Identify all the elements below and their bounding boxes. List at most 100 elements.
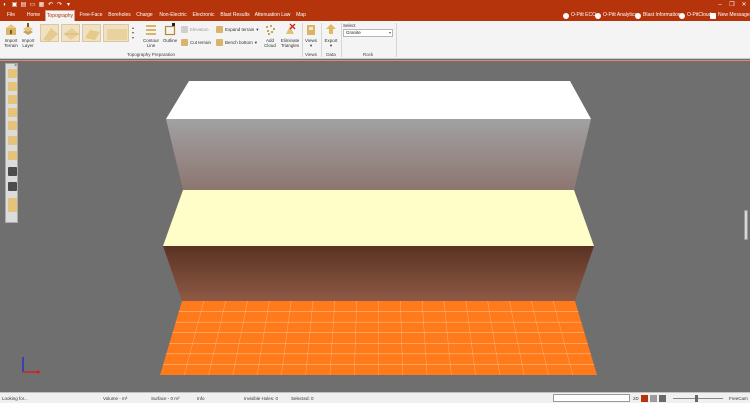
- eliminate-triangles-button[interactable]: Eliminate Triangles: [279, 23, 301, 48]
- export-dropdown-icon[interactable]: ▾: [323, 43, 339, 48]
- import-layer-button[interactable]: Import Layer: [20, 23, 36, 48]
- cut-terrain-label: Cut terrain: [190, 40, 212, 45]
- 3d-viewport[interactable]: ×: [0, 60, 750, 392]
- lt-move-icon[interactable]: [8, 95, 17, 104]
- tab-map[interactable]: Map: [294, 10, 308, 21]
- status-surface: Surface - 0 m²: [151, 396, 180, 401]
- link-blast-information[interactable]: Blast Information: [635, 10, 681, 21]
- right-panel-handle[interactable]: [744, 210, 748, 240]
- outline-button[interactable]: Outline: [162, 23, 178, 43]
- lt-expand-icon[interactable]: [8, 167, 17, 176]
- eliminate-triangles-icon: [286, 23, 296, 34]
- link-o-pitt-analytics-label: O-Pitt Analytics: [603, 12, 637, 18]
- status-info: Info: [197, 396, 205, 401]
- link-new-messages[interactable]: New Messages: [710, 10, 750, 21]
- tab-file[interactable]: File: [2, 10, 20, 21]
- tab-charge[interactable]: Charge: [135, 10, 154, 21]
- import-terrain-icon: [6, 24, 16, 35]
- link-o-pitt-eco[interactable]: O-Pitt ECO: [563, 10, 596, 21]
- restore-button[interactable]: ❐: [726, 0, 738, 9]
- terrain-style-3[interactable]: [82, 24, 101, 42]
- zoom-slider-thumb[interactable]: [695, 395, 698, 402]
- elevation-icon: [181, 26, 188, 33]
- lt-layer-icon[interactable]: [8, 121, 17, 130]
- expand-terrain-label: Expand terrain: [225, 27, 255, 32]
- minimize-button[interactable]: –: [714, 0, 726, 9]
- group-rock: Rock: [362, 52, 374, 57]
- tab-attenuation-law[interactable]: Attenuation Law: [254, 10, 291, 21]
- tab-free-face[interactable]: Free-Face: [78, 10, 104, 21]
- elevation-button[interactable]: Elevation: [181, 25, 209, 34]
- cloud-icon: [563, 12, 569, 19]
- left-toolbar: ×: [5, 63, 18, 223]
- terrain-style-2[interactable]: [61, 24, 80, 42]
- gallery-scroll-icon[interactable]: ▴ ▾ ▾: [132, 25, 134, 40]
- views-button[interactable]: Views ▾: [304, 23, 318, 48]
- link-o-pitcloud[interactable]: O-PitCloud: [679, 10, 711, 21]
- link-new-messages-label: New Messages: [718, 12, 750, 18]
- expand-icon: [216, 26, 223, 33]
- lt-bench-icon[interactable]: [8, 151, 17, 160]
- cut-terrain-button[interactable]: Cut terrain: [181, 38, 211, 47]
- tab-electronic[interactable]: Electronic: [191, 10, 216, 21]
- lt-measure-icon[interactable]: [8, 108, 17, 117]
- status-invisible-holes: Invisible Holes: 0: [244, 396, 279, 401]
- x-axis-arrow-icon: [37, 370, 41, 374]
- folder-icon[interactable]: ▭: [28, 0, 37, 9]
- gear-icon: [635, 12, 641, 19]
- command-input[interactable]: [553, 394, 630, 402]
- contour-line-button[interactable]: Contour Line: [142, 23, 160, 48]
- bench-bottom-dropdown-icon[interactable]: ▾: [255, 40, 257, 46]
- app-logo-icon[interactable]: ◐: [0, 0, 10, 9]
- lt-collapse-icon[interactable]: [8, 182, 17, 191]
- terrain-style-1[interactable]: [40, 24, 59, 42]
- terrain-style-1-icon: [43, 28, 58, 41]
- user-icon: [679, 12, 685, 19]
- tab-boreholes[interactable]: Boreholes: [107, 10, 132, 21]
- view-2d-button[interactable]: 2D: [633, 396, 639, 401]
- lt-pointer-icon[interactable]: [8, 69, 17, 78]
- terrain-scene[interactable]: [0, 60, 750, 392]
- import-layer-icon: [23, 23, 33, 35]
- expand-terrain-button[interactable]: Expand terrain ▾: [216, 25, 259, 34]
- undo-icon[interactable]: ↶: [46, 0, 55, 9]
- outline-label: Outline: [162, 38, 178, 43]
- expand-terrain-dropdown-icon[interactable]: ▾: [256, 27, 258, 33]
- camera-mode-label: FreeCam: [729, 396, 748, 401]
- analytics-icon: [595, 12, 601, 19]
- rock-select-value: Granite: [346, 30, 361, 35]
- lt-draw-line-icon[interactable]: [8, 82, 17, 91]
- axis-indicator: [22, 357, 41, 374]
- link-o-pitt-eco-label: O-Pitt ECO: [571, 12, 597, 18]
- group-topography-preparation: Topography Preparation: [126, 52, 176, 57]
- redo-icon[interactable]: ↷: [55, 0, 64, 9]
- chevron-down-icon: ▾: [388, 30, 391, 35]
- tab-home[interactable]: Home: [24, 10, 43, 21]
- open-icon[interactable]: ▤: [19, 0, 28, 9]
- link-o-pitt-analytics[interactable]: O-Pitt Analytics: [595, 10, 637, 21]
- render-icon[interactable]: [659, 395, 666, 402]
- save-icon[interactable]: ▣: [10, 0, 19, 9]
- add-cloud-button[interactable]: Add Cloud: [262, 23, 278, 48]
- tab-blast-results[interactable]: Blast Results: [219, 10, 251, 21]
- import-terrain-label: Import Terrain: [4, 38, 18, 48]
- lt-cylinder-icon[interactable]: [8, 198, 17, 212]
- import-terrain-button[interactable]: Import Terrain: [3, 23, 19, 48]
- close-button[interactable]: ✕: [738, 0, 750, 9]
- quick-access-more-icon[interactable]: ▾: [64, 0, 73, 9]
- export-button[interactable]: Export ▾: [323, 23, 339, 48]
- terrain-style-4[interactable]: [103, 24, 129, 42]
- views-dropdown-icon[interactable]: ▾: [304, 43, 318, 48]
- print-icon[interactable]: ▦: [37, 0, 46, 9]
- zoom-slider-track[interactable]: [673, 398, 723, 399]
- bench-bottom-button[interactable]: Bench bottom ▾: [216, 38, 257, 47]
- status-volume: Volume - m³: [103, 396, 128, 401]
- terrain-style-3-icon: [85, 30, 100, 40]
- cloud-points-icon: [266, 25, 275, 35]
- tab-topography[interactable]: Topography: [45, 10, 75, 21]
- lt-borehole-icon[interactable]: [8, 136, 17, 145]
- camera-icon[interactable]: [650, 395, 657, 402]
- rock-select[interactable]: Granite ▾: [343, 29, 393, 37]
- tab-non-electric[interactable]: Non-Electric: [158, 10, 188, 21]
- view-3d-icon[interactable]: [641, 395, 648, 402]
